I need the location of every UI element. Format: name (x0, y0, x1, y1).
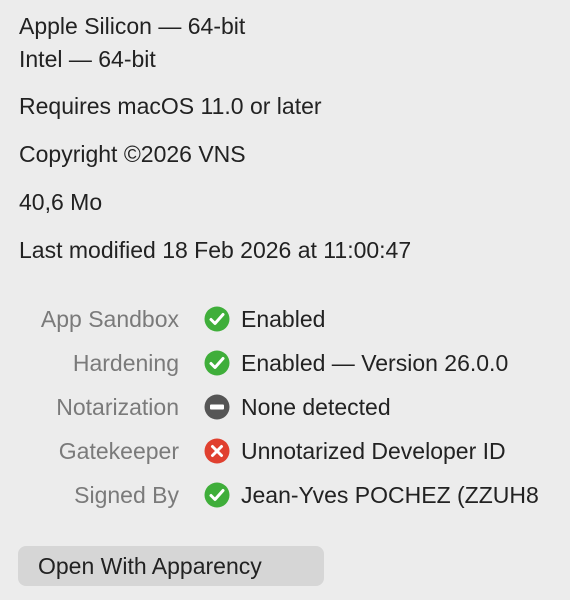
last-modified: Last modified 18 Feb 2026 at 11:00:47 (19, 237, 412, 263)
security-row-notarization: Notarization None detected (0, 392, 570, 422)
security-row-signed-by: Signed By Jean-Yves POCHEZ (ZZUH8 (0, 480, 570, 510)
security-value: Jean-Yves POCHEZ (ZZUH8 (241, 482, 539, 508)
arch-apple-silicon: Apple Silicon — 64-bit (19, 13, 246, 39)
security-value: Unnotarized Developer ID (241, 438, 506, 464)
security-label: Notarization (56, 394, 179, 420)
security-value: Enabled — Version 26.0.0 (241, 350, 509, 376)
arch-intel: Intel — 64-bit (19, 46, 156, 72)
x-circle-icon (204, 438, 230, 464)
security-label: Signed By (74, 482, 179, 508)
file-size: 40,6 Mo (19, 189, 103, 215)
check-circle-icon (204, 482, 230, 508)
security-label: Hardening (72, 350, 179, 376)
security-label: App Sandbox (40, 306, 179, 332)
security-row-app-sandbox: App Sandbox Enabled (0, 304, 570, 334)
app-info-panel: Apple Silicon — 64-bit Intel — 64-bit Re… (0, 0, 570, 600)
security-value: Enabled (241, 306, 326, 332)
os-requirement: Requires macOS 11.0 or later (19, 93, 322, 119)
copyright: Copyright ©2026 VNS (19, 141, 246, 167)
check-circle-icon (204, 350, 230, 376)
security-value: None detected (241, 394, 391, 420)
open-with-apparency-button[interactable]: Open With Apparency (18, 546, 324, 586)
minus-circle-icon (204, 394, 230, 420)
security-label: Gatekeeper (58, 438, 179, 464)
security-row-gatekeeper: Gatekeeper Unnotarized Developer ID (0, 436, 570, 466)
security-row-hardening: Hardening Enabled — Version 26.0.0 (0, 348, 570, 378)
check-circle-icon (204, 306, 230, 332)
